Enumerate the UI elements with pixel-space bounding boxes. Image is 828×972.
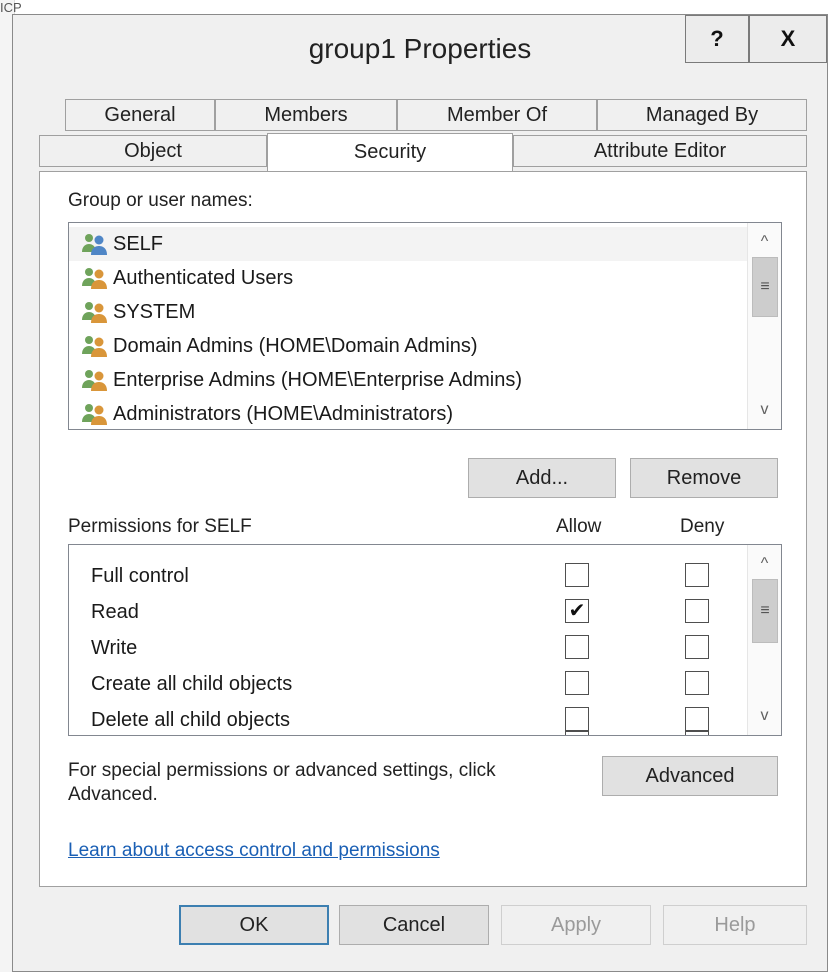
permissions-scrollbar[interactable]: ^ ≡ v <box>747 545 781 735</box>
principal-name: Domain Admins (HOME\Domain Admins) <box>113 334 478 357</box>
apply-button[interactable]: Apply <box>501 905 651 945</box>
background-fragment-text: ICP <box>0 0 22 15</box>
advanced-hint-line1: For special permissions or advanced sett… <box>68 760 496 781</box>
principal-name: Enterprise Admins (HOME\Enterprise Admin… <box>113 368 523 391</box>
permission-row-delete-children: Delete all child objects <box>69 703 290 735</box>
properties-dialog: group1 Properties ? X General Members Me… <box>12 14 828 972</box>
tab-object[interactable]: Object <box>39 135 267 167</box>
tab-managed-by[interactable]: Managed By <box>597 99 807 131</box>
permission-row-create-children: Create all child objects <box>69 667 292 701</box>
users-group-icon <box>82 336 107 357</box>
allow-column-header: Allow <box>556 516 602 537</box>
advanced-button[interactable]: Advanced <box>602 756 778 796</box>
permission-name: Write <box>91 636 138 659</box>
deny-column-header: Deny <box>680 516 725 537</box>
help-footer-button[interactable]: Help <box>663 905 807 945</box>
tab-attribute-editor[interactable]: Attribute Editor <box>513 135 807 167</box>
grip-icon: ≡ <box>760 278 770 295</box>
close-button[interactable]: X <box>749 15 827 63</box>
permission-name: Delete all child objects <box>91 708 290 731</box>
principal-item-domain-admins[interactable]: Domain Admins (HOME\Domain Admins) <box>69 329 478 363</box>
allow-checkbox-delete-children[interactable] <box>565 707 589 731</box>
help-icon: ? <box>710 26 724 51</box>
users-group-icon <box>82 234 107 255</box>
allow-checkbox-partial[interactable] <box>565 731 589 735</box>
principal-item-self[interactable]: SELF <box>69 227 749 261</box>
principals-scrollbar[interactable]: ^ ≡ v <box>747 223 781 429</box>
principal-item-enterprise-admins[interactable]: Enterprise Admins (HOME\Enterprise Admin… <box>69 363 522 397</box>
permission-name: Full control <box>91 564 189 587</box>
principal-item-administrators[interactable]: Administrators (HOME\Administrators) <box>69 397 454 429</box>
allow-checkbox-full-control[interactable] <box>565 563 589 587</box>
remove-button[interactable]: Remove <box>630 458 778 498</box>
permission-name: Read <box>91 600 139 623</box>
principal-item-system[interactable]: SYSTEM <box>69 295 195 329</box>
allow-checkbox-create-children[interactable] <box>565 671 589 695</box>
permissions-for-label: Permissions for SELF <box>68 516 252 537</box>
deny-checkbox-write[interactable] <box>685 635 709 659</box>
help-button[interactable]: ? <box>685 15 749 63</box>
users-group-icon <box>82 370 107 391</box>
deny-checkbox-read[interactable] <box>685 599 709 623</box>
group-or-user-names-label: Group or user names: <box>68 190 253 211</box>
tab-members[interactable]: Members <box>215 99 397 131</box>
scroll-thumb[interactable]: ≡ <box>752 257 778 317</box>
tab-member-of[interactable]: Member Of <box>397 99 597 131</box>
allow-checkbox-write[interactable] <box>565 635 589 659</box>
permission-row-read: Read <box>69 595 139 629</box>
scroll-down-icon[interactable]: v <box>748 701 781 731</box>
principal-item-authenticated-users[interactable]: Authenticated Users <box>69 261 293 295</box>
deny-checkbox-create-children[interactable] <box>685 671 709 695</box>
principal-name: SELF <box>113 232 164 255</box>
grip-icon: ≡ <box>760 602 770 619</box>
security-tab-panel: Group or user names: SELF Authenticated … <box>39 171 807 887</box>
scroll-up-icon[interactable]: ^ <box>748 549 781 579</box>
users-group-icon <box>82 404 107 425</box>
checkmark-icon: ✔ <box>568 600 586 622</box>
ok-button[interactable]: OK <box>179 905 329 945</box>
tab-general[interactable]: General <box>65 99 215 131</box>
permission-row-full-control: Full control <box>69 559 189 593</box>
add-button[interactable]: Add... <box>468 458 616 498</box>
title-bar: group1 Properties ? X <box>13 15 827 83</box>
permission-row-write: Write <box>69 631 137 665</box>
users-group-icon <box>82 268 107 289</box>
scroll-thumb[interactable]: ≡ <box>752 579 778 643</box>
scroll-up-icon[interactable]: ^ <box>748 227 781 257</box>
scroll-down-icon[interactable]: v <box>748 395 781 425</box>
learn-more-link[interactable]: Learn about access control and permissio… <box>68 840 440 862</box>
deny-checkbox-delete-children[interactable] <box>685 707 709 731</box>
advanced-hint-line2: Advanced. <box>68 784 158 805</box>
principal-name: Administrators (HOME\Administrators) <box>113 402 454 425</box>
users-group-icon <box>82 302 107 323</box>
principals-listbox[interactable]: SELF Authenticated Users SYSTEM Domain A… <box>68 222 782 430</box>
deny-checkbox-full-control[interactable] <box>685 563 709 587</box>
allow-checkbox-read[interactable]: ✔ <box>565 599 589 623</box>
principal-name: SYSTEM <box>113 300 196 323</box>
cancel-button[interactable]: Cancel <box>339 905 489 945</box>
permissions-list: Full control Read Write Create all child… <box>68 544 782 736</box>
permission-name: Create all child objects <box>91 672 293 695</box>
deny-checkbox-partial[interactable] <box>685 731 709 735</box>
tab-security[interactable]: Security <box>267 133 513 171</box>
close-icon: X <box>780 26 796 51</box>
principal-name: Authenticated Users <box>113 266 294 289</box>
